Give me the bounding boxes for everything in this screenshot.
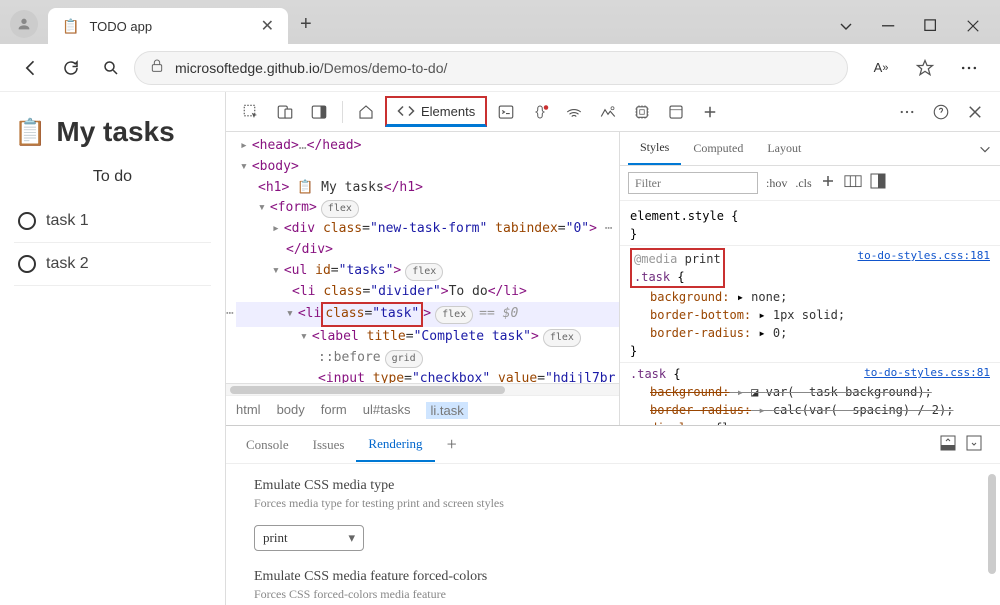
drawer-dock-icon[interactable] — [940, 435, 956, 455]
styles-rules[interactable]: element.style { } @media print .task { t… — [620, 201, 1000, 425]
stylesheet-link[interactable]: to-do-styles.css:81 — [864, 365, 990, 382]
clipboard-icon: 📋 — [62, 18, 79, 35]
window-controls — [818, 18, 1000, 44]
breadcrumb-item[interactable]: ul#tasks — [363, 402, 411, 419]
add-tab-icon[interactable] — [695, 97, 725, 127]
styles-tabs: Styles Computed Layout — [620, 132, 1000, 166]
tab-title: TODO app — [89, 19, 250, 34]
close-icon[interactable] — [966, 19, 980, 33]
breadcrumb-item[interactable]: html — [236, 402, 261, 419]
clipboard-icon: 📋 — [14, 117, 46, 148]
tab-styles[interactable]: Styles — [628, 132, 681, 165]
hov-toggle[interactable]: :hov — [766, 176, 787, 191]
address-field[interactable]: microsoftedge.github.io/Demos/demo-to-do… — [134, 51, 848, 85]
sources-icon[interactable] — [525, 97, 555, 127]
network-icon[interactable] — [559, 97, 589, 127]
stylesheet-link[interactable]: to-do-styles.css:181 — [858, 248, 990, 265]
minimize-icon[interactable] — [882, 19, 896, 33]
maximize-icon[interactable] — [924, 19, 938, 33]
close-icon[interactable]: ✕ — [261, 16, 274, 36]
add-rule-icon[interactable] — [820, 173, 836, 193]
task-list: task 1 task 2 — [14, 200, 211, 286]
welcome-icon[interactable] — [351, 97, 381, 127]
refresh-button[interactable] — [54, 51, 88, 85]
filter-input[interactable] — [628, 172, 758, 194]
code-icon — [397, 102, 415, 120]
webpage-panel: 📋 My tasks To do task 1 task 2 — [0, 92, 226, 605]
console-icon[interactable] — [491, 97, 521, 127]
tab-rendering[interactable]: Rendering — [356, 428, 434, 462]
emulate-media-desc: Forces media type for testing print and … — [254, 496, 972, 511]
drawer-collapse-icon[interactable] — [966, 435, 982, 455]
breadcrumb-item[interactable]: body — [277, 402, 305, 419]
browser-tab[interactable]: 📋 TODO app ✕ — [48, 8, 288, 44]
devtools-toolbar: Elements — [226, 92, 1000, 132]
back-button[interactable] — [14, 51, 48, 85]
devtools-drawer: Console Issues Rendering + Emulate CSS m… — [226, 425, 1000, 605]
emulate-forced-colors-heading: Emulate CSS media feature forced-colors — [254, 569, 972, 585]
help-icon[interactable] — [926, 97, 956, 127]
inspect-icon[interactable] — [236, 97, 266, 127]
emulate-forced-colors-desc: Forces CSS forced-colors media feature — [254, 587, 972, 602]
browser-addressbar: microsoftedge.github.io/Demos/demo-to-do… — [0, 44, 1000, 92]
checkbox-icon[interactable] — [18, 212, 36, 230]
dom-tree[interactable]: ▸<head>…</head> ▾<body> <h1> 📋 My tasks<… — [226, 132, 619, 383]
styles-panel: Styles Computed Layout :hov .cls — [620, 132, 1000, 425]
tab-computed[interactable]: Computed — [681, 133, 755, 164]
horizontal-scrollbar[interactable] — [226, 383, 619, 395]
add-drawer-tab-icon[interactable]: + — [435, 426, 469, 463]
read-aloud-icon[interactable]: A» — [864, 51, 898, 85]
lock-icon — [149, 58, 165, 77]
performance-icon[interactable] — [593, 97, 623, 127]
app-icon[interactable] — [661, 97, 691, 127]
more-icon[interactable] — [892, 97, 922, 127]
devtools-panel: Elements ▸<head>…</head> ▾<body> <h1> 📋 … — [226, 92, 1000, 605]
device-toggle-icon[interactable] — [270, 97, 300, 127]
elements-tab[interactable]: Elements — [385, 96, 487, 127]
flexbox-icon[interactable] — [844, 174, 862, 192]
new-tab-button[interactable]: + — [300, 13, 312, 36]
chevron-down-icon: ▾ — [348, 530, 355, 546]
task-item[interactable]: task 1 — [14, 200, 211, 243]
profile-avatar[interactable] — [10, 10, 38, 38]
content-area: 📋 My tasks To do task 1 task 2 — [0, 92, 1000, 605]
page-title: 📋 My tasks — [14, 116, 211, 148]
checkbox-icon[interactable] — [18, 255, 36, 273]
cls-toggle[interactable]: .cls — [795, 176, 811, 191]
chevron-down-icon[interactable] — [978, 142, 992, 156]
tab-issues[interactable]: Issues — [301, 429, 357, 461]
close-devtools-icon[interactable] — [960, 97, 990, 127]
memory-icon[interactable] — [627, 97, 657, 127]
tab-console[interactable]: Console — [234, 429, 301, 461]
dom-breadcrumbs: html body form ul#tasks li.task — [226, 395, 619, 425]
person-icon — [16, 16, 32, 32]
tab-layout[interactable]: Layout — [755, 133, 813, 164]
styles-toolbar: :hov .cls — [620, 166, 1000, 201]
todo-section-label: To do — [14, 168, 211, 186]
computed-toggle-icon[interactable] — [870, 173, 886, 193]
search-button[interactable] — [94, 51, 128, 85]
menu-icon[interactable] — [952, 51, 986, 85]
chevron-down-icon[interactable] — [838, 18, 854, 34]
vertical-scrollbar[interactable] — [988, 474, 996, 574]
media-type-select[interactable]: print ▾ — [254, 525, 364, 551]
browser-titlebar: 📋 TODO app ✕ + — [0, 0, 1000, 44]
url-text: microsoftedge.github.io/Demos/demo-to-do… — [175, 60, 447, 76]
task-item[interactable]: task 2 — [14, 243, 211, 286]
breadcrumb-item[interactable]: form — [321, 402, 347, 419]
dock-icon[interactable] — [304, 97, 334, 127]
dom-panel: ▸<head>…</head> ▾<body> <h1> 📋 My tasks<… — [226, 132, 620, 425]
emulate-media-heading: Emulate CSS media type — [254, 478, 972, 494]
drawer-tabs: Console Issues Rendering + — [226, 426, 1000, 464]
breadcrumb-item[interactable]: li.task — [426, 402, 467, 419]
drawer-body: Emulate CSS media type Forces media type… — [226, 464, 1000, 605]
favorite-icon[interactable] — [908, 51, 942, 85]
